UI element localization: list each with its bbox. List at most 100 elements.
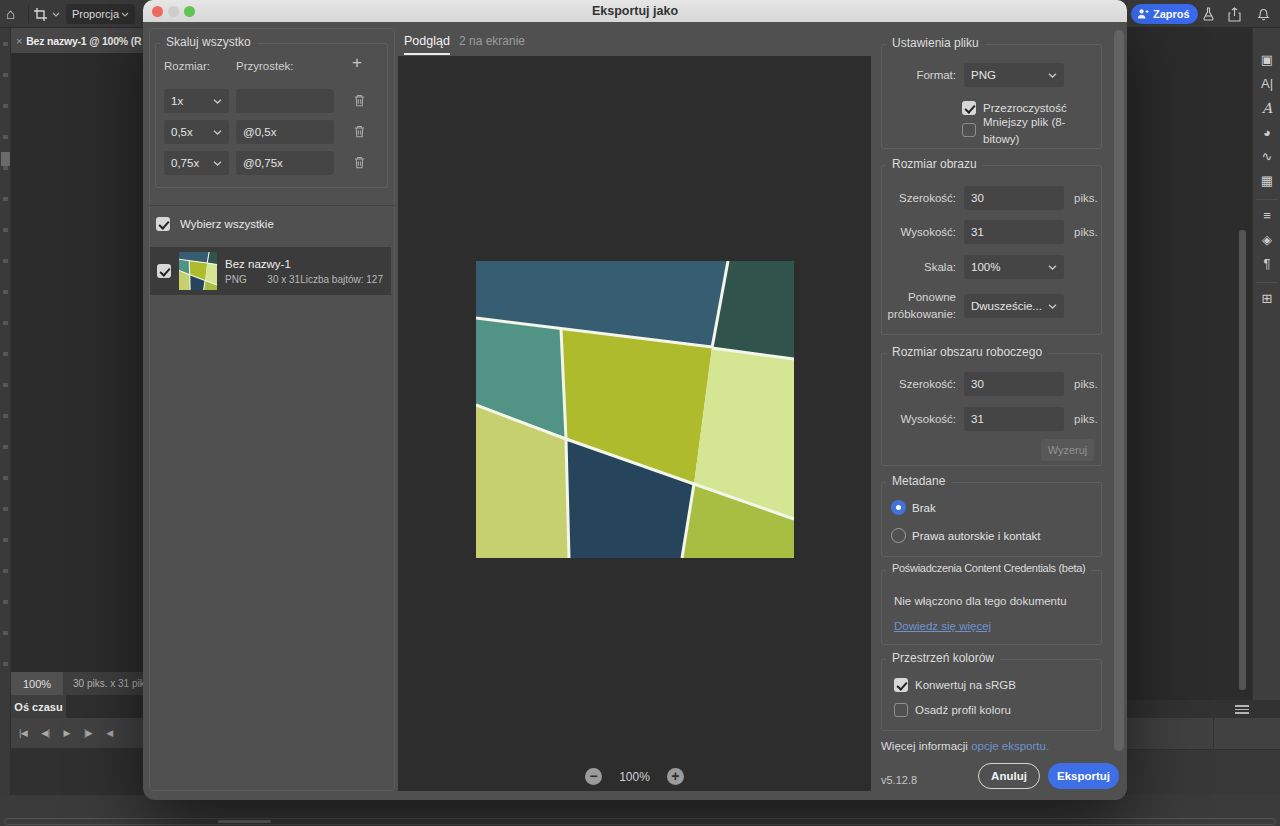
crop-tool-chevron-icon[interactable] xyxy=(52,12,60,17)
delete-scale-icon-2[interactable] xyxy=(353,124,366,139)
status-zoom[interactable]: 100% xyxy=(11,672,63,695)
embed-profile-row[interactable]: Osadź profil koloru xyxy=(894,703,1011,717)
scale-size-dropdown-2[interactable]: 0,5x xyxy=(164,120,229,144)
learn-more-link[interactable]: Dowiedz się więcej xyxy=(894,620,991,632)
tools-panel[interactable] xyxy=(0,28,11,826)
cancel-button[interactable]: Anuluj xyxy=(978,763,1040,789)
scale-suffix-input-1[interactable] xyxy=(236,89,334,113)
export-as-dialog: Eksportuj jako Skaluj wszystko Rozmiar: … xyxy=(143,0,1127,800)
file-checkbox[interactable] xyxy=(157,264,171,278)
metadata-copyright-radio[interactable] xyxy=(891,528,906,543)
canvas-height-input[interactable]: 31 xyxy=(964,407,1064,431)
dialog-left-panel: Skaluj wszystko Rozmiar: Przyrostek: + 1… xyxy=(143,22,398,798)
smaller-file-checkbox[interactable] xyxy=(962,123,976,137)
chevron-down-icon xyxy=(1048,304,1057,309)
select-all-checkbox[interactable] xyxy=(156,217,170,231)
timeline-body xyxy=(11,748,143,795)
format-dropdown[interactable]: PNG xyxy=(964,63,1064,87)
delete-scale-icon-3[interactable] xyxy=(353,155,366,170)
canvas-width-label: Szerokość: xyxy=(882,378,956,390)
convert-srgb-checkbox[interactable] xyxy=(894,678,908,692)
character-panel-icon[interactable]: A| xyxy=(1253,77,1280,91)
properties-panel-icon[interactable]: ≡ xyxy=(1253,209,1280,223)
tab-preview[interactable]: Podgląd xyxy=(404,34,450,55)
image-size-section: Rozmiar obrazu Szerokość: 30 piks. Wysok… xyxy=(881,165,1102,335)
select-all-row[interactable]: Wybierz wszystkie xyxy=(156,212,274,236)
layers-panel-icon[interactable]: ◈ xyxy=(1253,233,1280,247)
file-list-item[interactable]: Bez nazwy-1 PNG30 x 31Liczba bajtów: 127 xyxy=(150,247,391,295)
dialog-scrollbar-thumb[interactable] xyxy=(1114,30,1124,751)
export-options-link[interactable]: opcje eksportu. xyxy=(971,740,1049,752)
delete-scale-icon-1[interactable] xyxy=(353,93,366,108)
tab-close-icon[interactable]: × xyxy=(16,35,22,47)
canvas-width-input[interactable]: 30 xyxy=(964,372,1064,396)
proportion-dropdown[interactable]: Proporcja xyxy=(66,4,135,24)
metadata-section: Metadane Brak Prawa autorskie i kontakt xyxy=(881,482,1102,557)
zoom-out-button[interactable]: − xyxy=(585,768,602,785)
metadata-none-row[interactable]: Brak xyxy=(891,500,936,515)
zoom-window-button[interactable] xyxy=(184,6,195,17)
color-panel-icon[interactable]: ◕ xyxy=(1253,126,1280,140)
beta-apps-icon[interactable] xyxy=(1202,7,1215,21)
scale-suffix-input-3[interactable]: @0,75x xyxy=(236,151,334,175)
file-name: Bez nazwy-1 xyxy=(225,258,383,270)
metadata-copyright-row[interactable]: Prawa autorskie i kontakt xyxy=(891,528,1040,543)
tab-two-up[interactable]: 2 na ekranie xyxy=(459,34,525,48)
scale-dropdown[interactable]: 100% xyxy=(964,255,1064,279)
embed-profile-checkbox[interactable] xyxy=(894,703,908,717)
image-width-input[interactable]: 30 xyxy=(964,186,1064,210)
active-tool-highlight xyxy=(1,152,10,166)
canvas-width-unit: piks. xyxy=(1074,378,1098,390)
transparency-label: Przezroczystość xyxy=(983,102,1067,114)
libraries-panel-icon[interactable]: ▣ xyxy=(1253,53,1280,67)
panel-menu-icon[interactable] xyxy=(1235,705,1249,714)
scale-size-dropdown-3[interactable]: 0,75x xyxy=(164,151,229,175)
previous-frame-button[interactable]: ◀| xyxy=(41,728,49,738)
glyphs-panel-icon[interactable]: A xyxy=(1253,101,1280,115)
transparency-row[interactable]: Przezroczystość xyxy=(962,101,1067,115)
content-credentials-status: Nie włączono dla tego dokumentu xyxy=(894,595,1067,607)
audio-button[interactable]: ◀ xyxy=(106,728,112,738)
bell-icon[interactable] xyxy=(1257,7,1270,21)
transparency-checkbox[interactable] xyxy=(962,101,976,115)
dialog-title-bar: Eksportuj jako xyxy=(143,0,1127,22)
zoom-in-button[interactable]: + xyxy=(667,768,684,785)
invite-button[interactable]: Zaproś xyxy=(1131,4,1198,24)
go-to-first-frame-button[interactable]: |◀ xyxy=(19,728,27,738)
file-thumbnail xyxy=(179,252,217,290)
reset-button[interactable]: Wyzeruj xyxy=(1041,439,1094,461)
metadata-none-radio[interactable] xyxy=(891,500,906,515)
timeline-tab[interactable]: Oś czasu xyxy=(11,695,66,718)
home-icon[interactable]: ⌂ xyxy=(6,5,15,22)
next-frame-button[interactable]: |▶ xyxy=(84,728,92,738)
canvas-vertical-scrollbar[interactable] xyxy=(1239,230,1246,690)
scale-all-legend: Skaluj wszystko xyxy=(160,35,257,49)
minimize-window-button[interactable] xyxy=(168,6,179,17)
crop-tool-icon[interactable] xyxy=(34,8,47,21)
paths-panel-icon[interactable]: ∿ xyxy=(1253,150,1280,164)
resample-dropdown[interactable]: Dwuszeście... xyxy=(964,294,1064,318)
image-height-input[interactable]: 31 xyxy=(964,220,1064,244)
scale-all-section: Skaluj wszystko Rozmiar: Przyrostek: + 1… xyxy=(155,43,388,188)
bottom-right-panel xyxy=(1127,700,1280,795)
scale-size-dropdown-1[interactable]: 1x xyxy=(164,89,229,113)
close-window-button[interactable] xyxy=(152,6,163,17)
document-tab[interactable]: ×Bez nazwy-1 @ 100% (R xyxy=(11,28,143,53)
paragraph-panel-icon[interactable]: ¶ xyxy=(1253,257,1280,271)
export-button[interactable]: Eksportuj xyxy=(1048,763,1119,789)
add-scale-icon[interactable]: + xyxy=(352,53,362,73)
histogram-panel-icon[interactable]: ▦ xyxy=(1253,174,1280,188)
play-button[interactable]: ▶ xyxy=(64,728,70,738)
horizontal-scrollbar-thumb[interactable] xyxy=(218,820,271,823)
proportion-label: Proporcja xyxy=(72,8,119,20)
horizontal-scrollbar[interactable] xyxy=(4,818,1276,825)
preview-zoom-controls: − 100% + xyxy=(398,768,871,785)
share-icon[interactable] xyxy=(1228,7,1241,22)
scale-suffix-input-2[interactable]: @0,5x xyxy=(236,120,334,144)
metadata-legend: Metadane xyxy=(886,474,951,488)
grid-panel-icon[interactable]: ⊞ xyxy=(1253,292,1280,306)
panel-strip-divider2 xyxy=(1256,282,1278,283)
convert-srgb-row[interactable]: Konwertuj na sRGB xyxy=(894,678,1016,692)
preview-image[interactable] xyxy=(476,261,794,558)
embed-profile-label: Osadź profil koloru xyxy=(915,704,1011,716)
